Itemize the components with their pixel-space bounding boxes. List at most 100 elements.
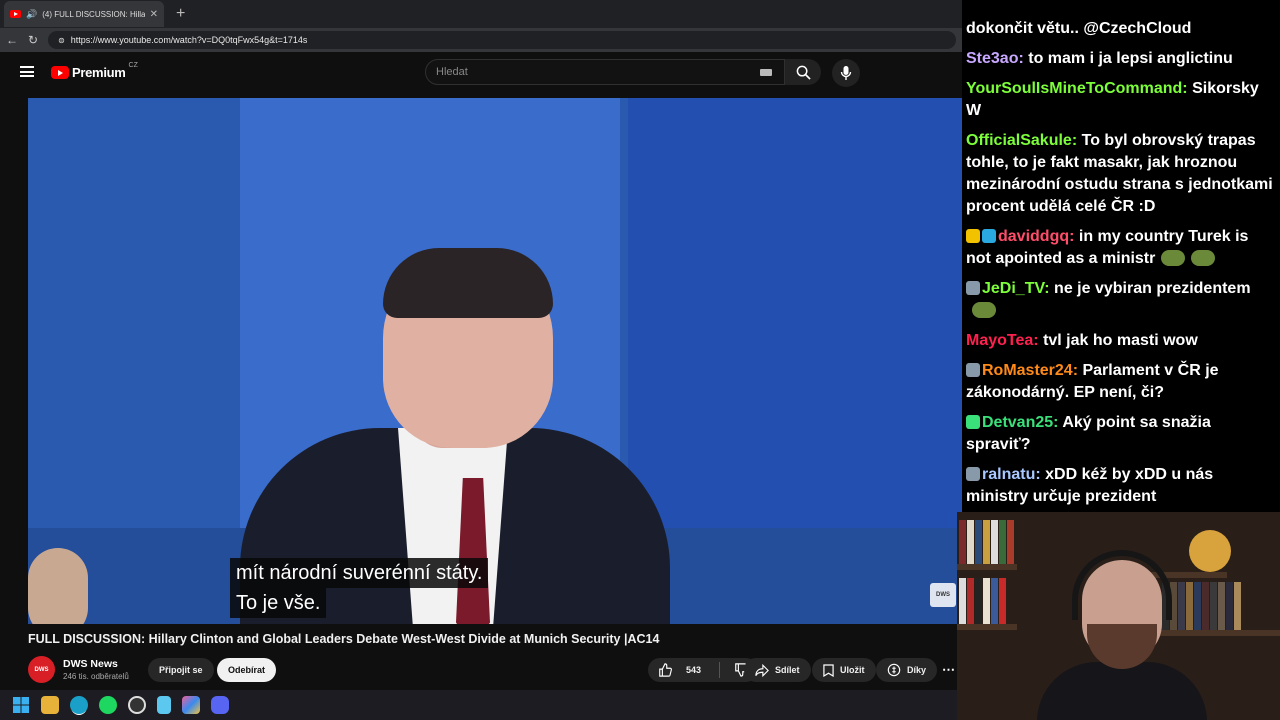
super-thanks-icon <box>887 663 901 677</box>
save-label: Uložit <box>840 665 865 675</box>
site-info-icon[interactable]: ⊜ <box>58 36 65 45</box>
subscriber-count: 246 tis. odběratelů <box>63 672 129 681</box>
chat-separator: : <box>1018 50 1029 67</box>
books <box>959 520 1014 564</box>
chat-username[interactable]: MayoTea <box>966 332 1033 349</box>
channel-name[interactable]: DWS News <box>63 658 118 670</box>
bookshelf <box>957 624 1017 630</box>
globe <box>1189 530 1231 572</box>
new-tab-button[interactable]: + <box>176 5 185 23</box>
thanks-label: Díky <box>907 665 927 675</box>
subscribe-button[interactable]: Odebírat <box>217 658 277 682</box>
notepad-icon[interactable] <box>157 696 171 714</box>
chat-message: dokončit větu.. @CzechCloud <box>966 14 1276 44</box>
chat-badge-icon[interactable] <box>966 229 980 243</box>
channel-avatar[interactable]: DWS <box>28 656 55 683</box>
youtube-play-icon <box>51 66 69 79</box>
video-figure <box>28 548 88 624</box>
voice-search-button[interactable] <box>832 59 860 87</box>
join-button[interactable]: Připojit se <box>148 658 214 682</box>
country-code: CZ <box>128 62 138 69</box>
like-button[interactable]: 543 <box>648 658 759 682</box>
tab-title: (4) FULL DISCUSSION: Hillary C <box>42 9 145 19</box>
channel-watermark[interactable]: DWS <box>930 583 956 607</box>
chat-text: dokončit větu.. @CzechCloud <box>966 20 1192 37</box>
chat-separator: : <box>1053 414 1063 431</box>
channel-row: DWS DWS News 246 tis. odběratelů Připoji… <box>28 656 962 684</box>
chat-badge-icon[interactable] <box>966 363 980 377</box>
search-input[interactable]: Hledat <box>425 59 785 85</box>
chat-emote-icon <box>972 302 996 318</box>
browser-tab[interactable]: 🔊 (4) FULL DISCUSSION: Hillary C ✕ <box>4 1 164 27</box>
chat-message: YourSoulIsMineToCommand: Sikorsky W <box>966 74 1276 126</box>
speaker-hair <box>383 248 553 318</box>
chat-text: ne je vybiran prezidentem <box>1054 280 1251 297</box>
chat-message: daviddgq: in my country Turek is not apo… <box>966 222 1276 274</box>
chat-badge-icon[interactable] <box>982 229 996 243</box>
chat-separator: : <box>1071 132 1082 149</box>
back-icon[interactable]: ← <box>6 33 18 47</box>
search-placeholder: Hledat <box>436 66 468 78</box>
subtitle-line: mít národní suverénní státy. <box>230 558 489 588</box>
chat-badge-icon[interactable] <box>966 467 980 481</box>
chat-separator: : <box>1069 228 1079 245</box>
discord-icon[interactable] <box>211 696 229 714</box>
logo-text: Premium <box>72 65 126 80</box>
chat-username[interactable]: JeDi_TV <box>982 280 1044 297</box>
close-tab-icon[interactable]: ✕ <box>150 9 158 20</box>
obs-icon[interactable] <box>128 696 146 714</box>
address-toolbar: ← ↻ ⊜ https://www.youtube.com/watch?v=DQ… <box>0 28 962 52</box>
youtube-logo[interactable]: Premium CZ <box>51 62 138 80</box>
tab-bar: 🔊 (4) FULL DISCUSSION: Hillary C ✕ + <box>0 0 962 28</box>
menu-icon[interactable] <box>20 66 34 77</box>
windows-start-icon[interactable] <box>12 696 30 714</box>
like-count: 543 <box>686 665 702 675</box>
thanks-button[interactable]: Díky <box>876 658 938 682</box>
search-button[interactable] <box>785 59 821 85</box>
chat-emote-icon <box>1161 250 1186 266</box>
chat-username[interactable]: RoMaster24 <box>982 362 1073 379</box>
bookshelf <box>1157 630 1280 636</box>
share-button[interactable]: Sdílet <box>744 658 811 682</box>
youtube-favicon-icon <box>10 10 21 18</box>
file-explorer-icon[interactable] <box>41 696 59 714</box>
chat-message: MayoTea: tvl jak ho masti wow <box>966 326 1276 356</box>
chat-message: Detvan25: Aký point sa snažia spraviť? <box>966 408 1276 460</box>
chat-message: JeDi_TV: ne je vybiran prezidentem <box>966 274 1276 326</box>
video-player[interactable]: mít národní suverénní státy. To je vše. … <box>28 98 962 624</box>
address-bar[interactable]: ⊜ https://www.youtube.com/watch?v=DQ0tqF… <box>48 31 956 49</box>
chat-username[interactable]: YourSoulIsMineToCommand <box>966 80 1182 97</box>
keyboard-icon[interactable] <box>760 69 772 76</box>
twitch-chat: dokončit větu.. @CzechCloud Ste3ao: to ma… <box>962 0 1280 512</box>
edge-browser-icon[interactable] <box>70 696 88 714</box>
thumbs-up-icon <box>659 663 672 677</box>
save-button[interactable]: Uložit <box>812 658 876 682</box>
speaker-icon[interactable]: 🔊 <box>26 9 37 20</box>
url-text: https://www.youtube.com/watch?v=DQ0tqFwx… <box>70 35 308 45</box>
search-icon <box>796 65 811 80</box>
subtitle-line: To je vše. <box>230 588 327 618</box>
chat-username[interactable]: daviddgq <box>998 228 1069 245</box>
spotify-icon[interactable] <box>99 696 117 714</box>
chat-username[interactable]: Detvan25 <box>982 414 1053 431</box>
microphone-icon <box>840 66 852 80</box>
share-label: Sdílet <box>775 665 800 675</box>
chat-separator: : <box>1182 80 1193 97</box>
copilot-icon[interactable] <box>182 696 200 714</box>
chat-username[interactable]: ralnatu <box>982 466 1035 483</box>
reload-icon[interactable]: ↻ <box>28 33 38 47</box>
chat-username[interactable]: Ste3ao <box>966 50 1018 67</box>
headphones <box>1072 550 1172 620</box>
chat-badge-icon[interactable] <box>966 281 980 295</box>
chat-username[interactable]: OfficialSakule <box>966 132 1072 149</box>
chat-message: RoMaster24: Parlament v ČR je zákonodárn… <box>966 356 1276 408</box>
divider <box>719 662 721 678</box>
chat-text: to mam i ja lepsi anglictinu <box>1028 50 1233 67</box>
bookmark-icon <box>823 663 834 677</box>
chat-message: OfficialSakule: To byl obrovský trapas t… <box>966 126 1276 222</box>
webcam-feed <box>957 512 1280 720</box>
screen: 🔊 (4) FULL DISCUSSION: Hillary C ✕ + ← ↻… <box>0 0 1280 720</box>
more-actions-icon[interactable]: ⋯ <box>942 662 956 678</box>
chat-separator: : <box>1035 466 1046 483</box>
chat-badge-icon[interactable] <box>966 415 980 429</box>
